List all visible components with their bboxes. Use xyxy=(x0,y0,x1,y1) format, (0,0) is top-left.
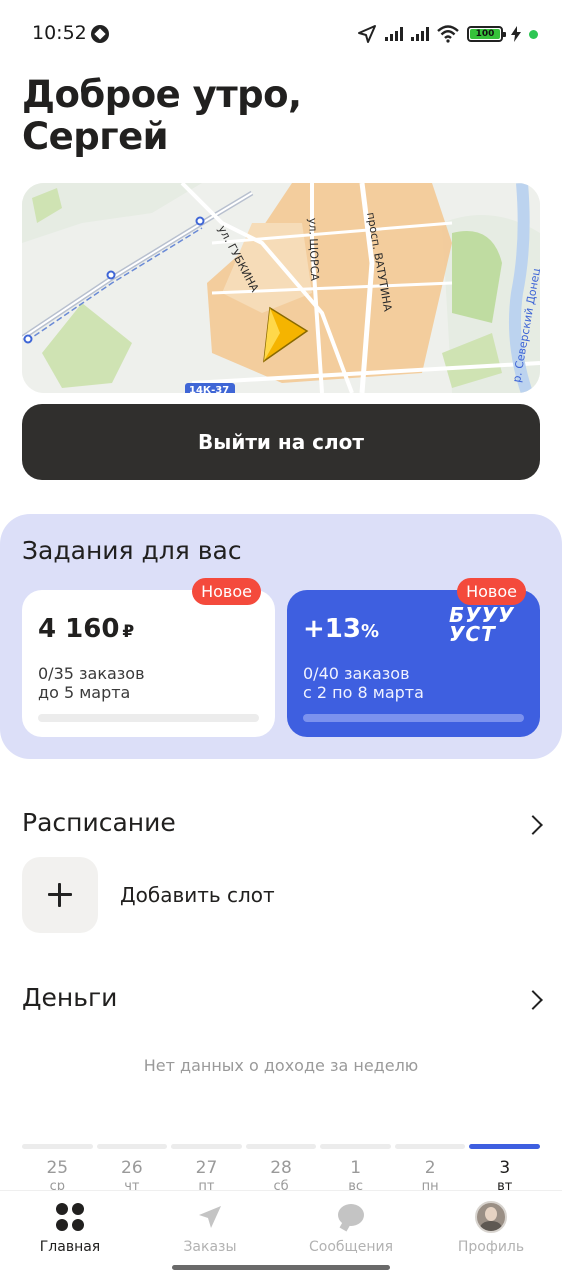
week-day[interactable]: 1 вс xyxy=(320,1144,391,1194)
task-progress-bar xyxy=(38,714,259,722)
week-day[interactable]: 27 пт xyxy=(171,1144,242,1194)
schedule-chevron-right-icon[interactable] xyxy=(523,815,543,835)
zone-map[interactable]: ул. ГУБКИНА ул. ЩОРСА просп. ВАТУТИНА р.… xyxy=(22,183,540,393)
nav-item-orders[interactable]: Заказы xyxy=(155,1203,265,1255)
day-bar xyxy=(469,1144,541,1149)
task-currency: ₽ xyxy=(122,622,135,642)
add-slot-button[interactable] xyxy=(22,857,98,933)
money-chevron-right-icon[interactable] xyxy=(523,990,543,1010)
signal-2-icon xyxy=(411,27,429,41)
location-arrow-icon xyxy=(358,25,376,43)
app-notification-icon xyxy=(91,25,109,43)
day-bar xyxy=(245,1144,317,1149)
task-amount-value: +13 xyxy=(303,614,361,644)
avatar xyxy=(475,1201,507,1233)
home-indicator[interactable] xyxy=(172,1265,390,1270)
status-time: 10:52 xyxy=(32,22,87,44)
week-day[interactable]: 25 ср xyxy=(22,1144,93,1194)
day-number: 27 xyxy=(195,1158,218,1178)
battery-level: 100 xyxy=(470,29,500,39)
day-number: 3 xyxy=(499,1158,511,1178)
week-day[interactable]: 2 пн xyxy=(394,1144,466,1194)
day-bar xyxy=(22,1144,93,1149)
nav-label: Главная xyxy=(39,1239,101,1255)
road-badge: 14К-37 xyxy=(189,385,229,393)
nav-item-home[interactable]: Главная xyxy=(15,1203,125,1255)
charging-bolt-icon xyxy=(511,26,521,42)
day-bar xyxy=(394,1144,466,1149)
day-bar xyxy=(320,1144,391,1149)
task-orders: 0/40 заказов xyxy=(303,664,410,683)
week-strip: 25 ср 26 чт 27 пт 28 сб 1 вс 2 пн 3 вт xyxy=(22,1144,541,1194)
task-amount-value: 4 160 xyxy=(38,614,120,644)
nav-label: Заказы xyxy=(183,1239,237,1255)
privacy-dot-icon xyxy=(529,29,538,39)
new-badge: Новое xyxy=(192,578,261,605)
navigation-arrow-icon xyxy=(196,1203,224,1231)
task-progress-bar xyxy=(303,714,524,722)
nav-item-messages[interactable]: Сообщения xyxy=(296,1203,406,1255)
day-number: 28 xyxy=(270,1158,292,1178)
street-label-shchorsa: ул. ЩОРСА xyxy=(306,218,321,282)
nav-label: Профиль xyxy=(457,1239,525,1255)
partner-brand-logo: БУУУ УСТ xyxy=(449,603,515,646)
plus-icon xyxy=(48,883,72,907)
day-number: 26 xyxy=(121,1158,143,1178)
task-dates: с 2 по 8 марта xyxy=(303,683,424,702)
signal-1-icon xyxy=(385,27,403,41)
add-slot-label[interactable]: Добавить слот xyxy=(120,883,275,907)
task-card-percent[interactable]: Новое +13% БУУУ УСТ 0/40 заказов с 2 по … xyxy=(287,578,540,737)
task-amount: 4 160 ₽ xyxy=(38,614,134,644)
day-number: 1 xyxy=(350,1158,362,1178)
task-card-bonus[interactable]: Новое 4 160 ₽ 0/35 заказов до 5 марта xyxy=(22,578,275,737)
week-day[interactable]: 3 вт xyxy=(469,1144,541,1194)
go-to-slot-button[interactable]: Выйти на слот xyxy=(22,404,540,480)
task-orders: 0/35 заказов xyxy=(38,664,145,683)
new-badge: Новое xyxy=(457,578,526,605)
home-grid-icon xyxy=(56,1203,84,1231)
greeting-line-2: Сергей xyxy=(22,115,169,158)
wifi-icon xyxy=(437,25,459,43)
chat-bubble-icon xyxy=(337,1203,365,1231)
money-title[interactable]: Деньги xyxy=(22,983,117,1012)
week-day[interactable]: 28 сб xyxy=(245,1144,317,1194)
greeting-heading: Доброе утро, Сергей xyxy=(22,74,502,158)
day-bar xyxy=(171,1144,242,1149)
day-number: 2 xyxy=(424,1158,436,1178)
greeting-line-1: Доброе утро, xyxy=(22,73,302,116)
day-number: 25 xyxy=(46,1158,69,1178)
day-bar xyxy=(96,1144,168,1149)
tasks-title: Задания для вас xyxy=(22,536,242,565)
money-empty-text: Нет данных о доходе за неделю xyxy=(143,1056,419,1075)
tasks-section: Задания для вас Новое 4 160 ₽ 0/35 заказо… xyxy=(0,514,562,759)
status-indicators: 100 xyxy=(357,22,538,46)
status-bar: 10:52 100 xyxy=(0,0,562,68)
task-dates: до 5 марта xyxy=(38,683,131,702)
task-amount: +13% xyxy=(303,614,379,644)
task-unit: % xyxy=(360,621,380,642)
nav-item-profile[interactable]: Профиль xyxy=(436,1201,546,1255)
schedule-title[interactable]: Расписание xyxy=(22,808,176,837)
battery-icon: 100 xyxy=(467,26,506,42)
week-day[interactable]: 26 чт xyxy=(96,1144,168,1194)
nav-label: Сообщения xyxy=(308,1239,393,1255)
